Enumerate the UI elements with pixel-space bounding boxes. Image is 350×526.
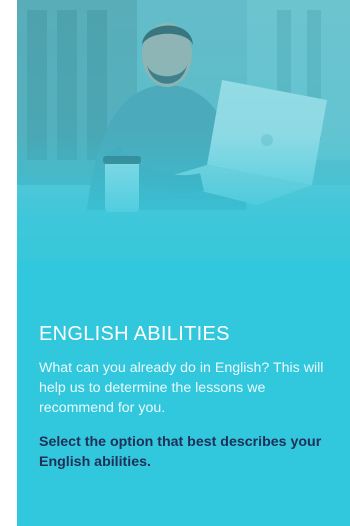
english-abilities-card: ENGLISH ABILITIES What can you already d… <box>17 0 350 526</box>
photo-gradient-overlay <box>17 0 350 260</box>
content-area: ENGLISH ABILITIES What can you already d… <box>39 322 339 472</box>
section-title: ENGLISH ABILITIES <box>39 323 230 345</box>
hero-photo <box>17 0 350 260</box>
section-instruction: Select the option that best describes yo… <box>39 434 322 470</box>
section-description: What can you already do in English? This… <box>39 360 324 416</box>
page: ENGLISH ABILITIES What can you already d… <box>0 0 350 526</box>
